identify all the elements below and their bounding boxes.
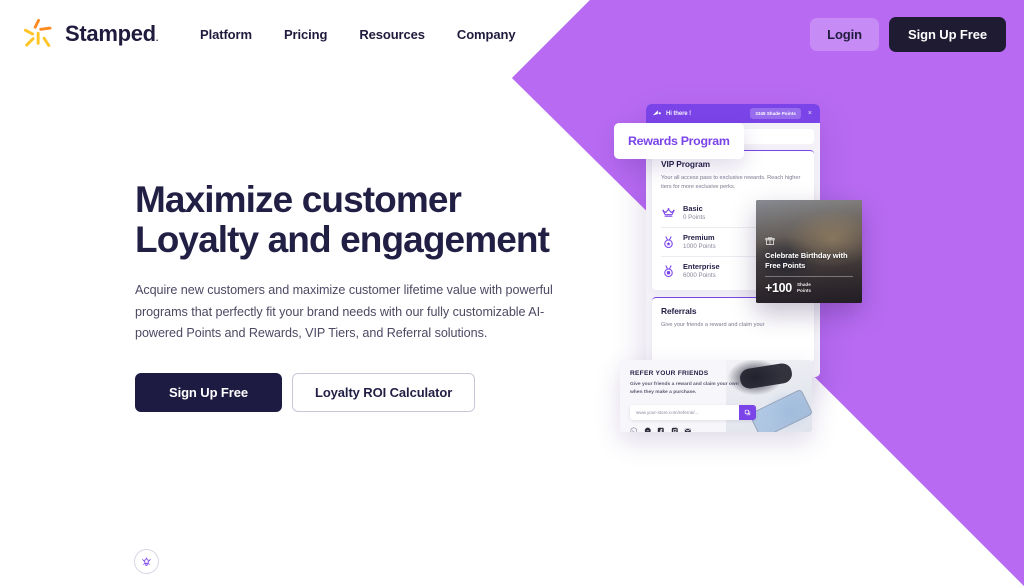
medal-plus-icon (664, 265, 673, 278)
social-share-row (630, 427, 802, 432)
hero-title-line-2: Loyalty and engagement (135, 218, 550, 260)
hero-subtitle: Acquire new customers and maximize custo… (135, 282, 553, 341)
widget-launcher-button[interactable] (134, 549, 159, 574)
hero-signup-button[interactable]: Sign Up Free (135, 372, 282, 412)
vip-program-title: VIP Program (661, 159, 711, 169)
gift-icon (765, 237, 775, 245)
tier-name: Enterprise (683, 262, 720, 272)
facebook-icon[interactable] (657, 427, 665, 432)
tier-name: Premium (683, 233, 715, 243)
page-title: Maximize customer Loyalty and engagement (135, 180, 605, 260)
stamped-sparkle-logo-icon (23, 18, 52, 47)
brand-logo-link[interactable]: Stamped. (22, 17, 158, 51)
promo-amount-value: +100 (765, 281, 792, 295)
nav-item-resources[interactable]: Resources (359, 27, 425, 42)
refer-friends-description: Give your friends a reward and claim you… (630, 382, 739, 395)
copy-icon (744, 409, 751, 415)
promo-title: Celebrate Birthday with Free Points (765, 250, 848, 270)
promo-amount: +100 Shade Points (765, 281, 853, 295)
nav-item-platform[interactable]: Platform (200, 27, 252, 42)
widget-header: Hi there ! 3345 Shade Points × (646, 104, 820, 123)
hero-title-line-1: Maximize customer (135, 179, 462, 220)
instagram-icon[interactable] (671, 427, 679, 432)
refer-friends-title: REFER YOUR FRIENDS (630, 370, 709, 377)
sparkle-star-icon (142, 557, 151, 566)
close-icon[interactable]: × (805, 110, 815, 117)
hero-cta-group: Sign Up Free Loyalty ROI Calculator (135, 372, 605, 412)
nav-item-pricing[interactable]: Pricing (284, 27, 327, 42)
header-actions: Login Sign Up Free (810, 16, 1006, 52)
brand-registered-mark: . (155, 33, 159, 43)
rewards-program-pill[interactable]: Rewards Program (614, 123, 744, 159)
tier-name: Basic (683, 203, 703, 213)
referrals-description: Give your friends a reward and claim you… (661, 321, 765, 328)
referrals-title: Referrals (661, 305, 697, 316)
brand-name: Stamped. (65, 21, 159, 46)
landing-page: Stamped. Platform Pricing Resources Comp… (0, 0, 1024, 586)
stamped-mark-icon (652, 110, 661, 116)
referral-link-row: www.your-store.com/referral/... (630, 404, 756, 420)
header-signup-button[interactable]: Sign Up Free (889, 16, 1006, 52)
messenger-icon[interactable] (644, 427, 652, 432)
crown-icon (662, 208, 675, 218)
tier-points: 0 Points (683, 213, 706, 221)
vip-program-description: Your all access pass to exclusive reward… (661, 175, 801, 191)
copy-link-button[interactable] (739, 404, 756, 420)
email-icon[interactable] (684, 427, 692, 432)
whatsapp-icon[interactable] (630, 427, 638, 432)
site-header: Stamped. Platform Pricing Resources Comp… (0, 0, 1024, 68)
login-button[interactable]: Login (810, 17, 880, 51)
rewards-program-label: Rewards Program (628, 134, 730, 148)
widget-greeting: Hi there ! (666, 110, 692, 117)
hero-section: Maximize customer Loyalty and engagement… (135, 180, 605, 412)
nav-item-company[interactable]: Company (457, 27, 516, 42)
tier-points: 1000 Points (683, 243, 716, 251)
loyalty-roi-calculator-button[interactable]: Loyalty ROI Calculator (291, 372, 476, 412)
promo-amount-unit: Shade Points (796, 282, 812, 293)
tier-points: 6000 Points (683, 272, 716, 280)
referrals-card: Referrals Give your friends a reward and… (652, 296, 814, 363)
promo-divider (765, 276, 853, 277)
referral-link-input[interactable]: www.your-store.com/referral/... (630, 404, 739, 420)
points-badge: 3345 Shade Points (750, 108, 801, 119)
main-navigation: Platform Pricing Resources Company (200, 27, 516, 42)
birthday-promo-card[interactable]: Celebrate Birthday with Free Points +100… (756, 200, 862, 303)
medal-star-icon (664, 236, 673, 248)
refer-friends-card: REFER YOUR FRIENDS Give your friends a r… (620, 360, 812, 432)
product-mockup: Hi there ! 3345 Shade Points × VIP Progr… (598, 88, 918, 448)
